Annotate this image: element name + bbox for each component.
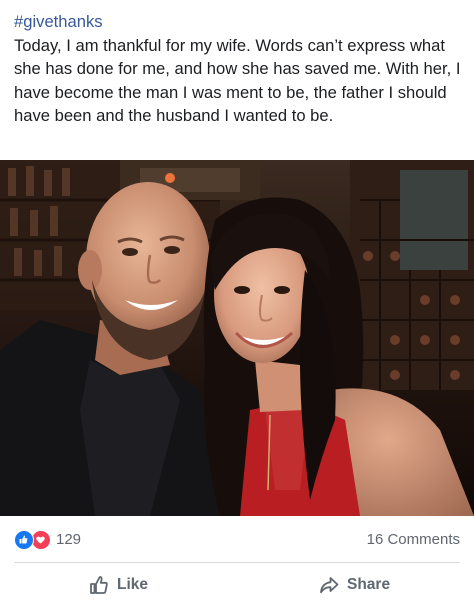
like-icon <box>14 530 34 550</box>
post-text: #givethanks Today, I am thankful for my … <box>14 10 462 128</box>
comments-count[interactable]: 16 Comments <box>367 531 460 548</box>
thumbs-up-icon <box>88 574 110 596</box>
love-icon <box>31 530 51 550</box>
like-label: Like <box>117 576 149 593</box>
reaction-count[interactable]: 129 <box>56 531 81 548</box>
facebook-post: #givethanks Today, I am thankful for my … <box>0 0 474 606</box>
share-label: Share <box>347 576 391 593</box>
share-arrow-icon <box>318 574 340 596</box>
hashtag-link[interactable]: #givethanks <box>14 10 462 34</box>
post-actions: Like Share <box>0 563 474 606</box>
post-stats: 129 16 Comments <box>0 516 474 564</box>
reaction-icons[interactable] <box>14 530 54 550</box>
like-button[interactable]: Like <box>88 571 148 599</box>
post-body: Today, I am thankful for my wife. Words … <box>14 35 461 126</box>
share-button[interactable]: Share <box>318 571 390 599</box>
post-photo[interactable] <box>0 160 474 516</box>
